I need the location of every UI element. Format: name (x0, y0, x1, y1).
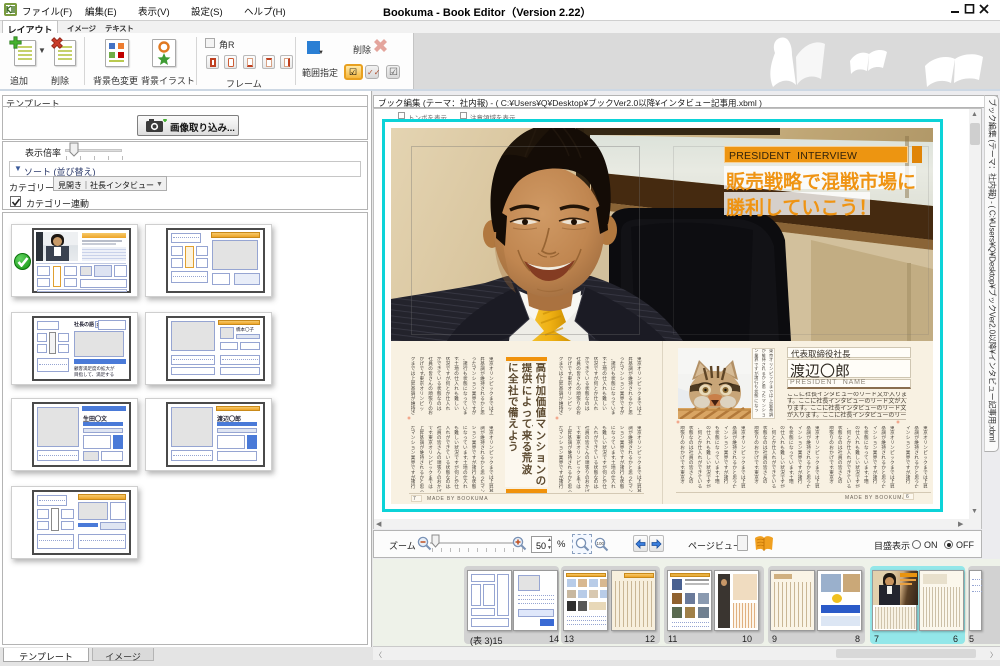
svg-text:100: 100 (597, 541, 605, 546)
